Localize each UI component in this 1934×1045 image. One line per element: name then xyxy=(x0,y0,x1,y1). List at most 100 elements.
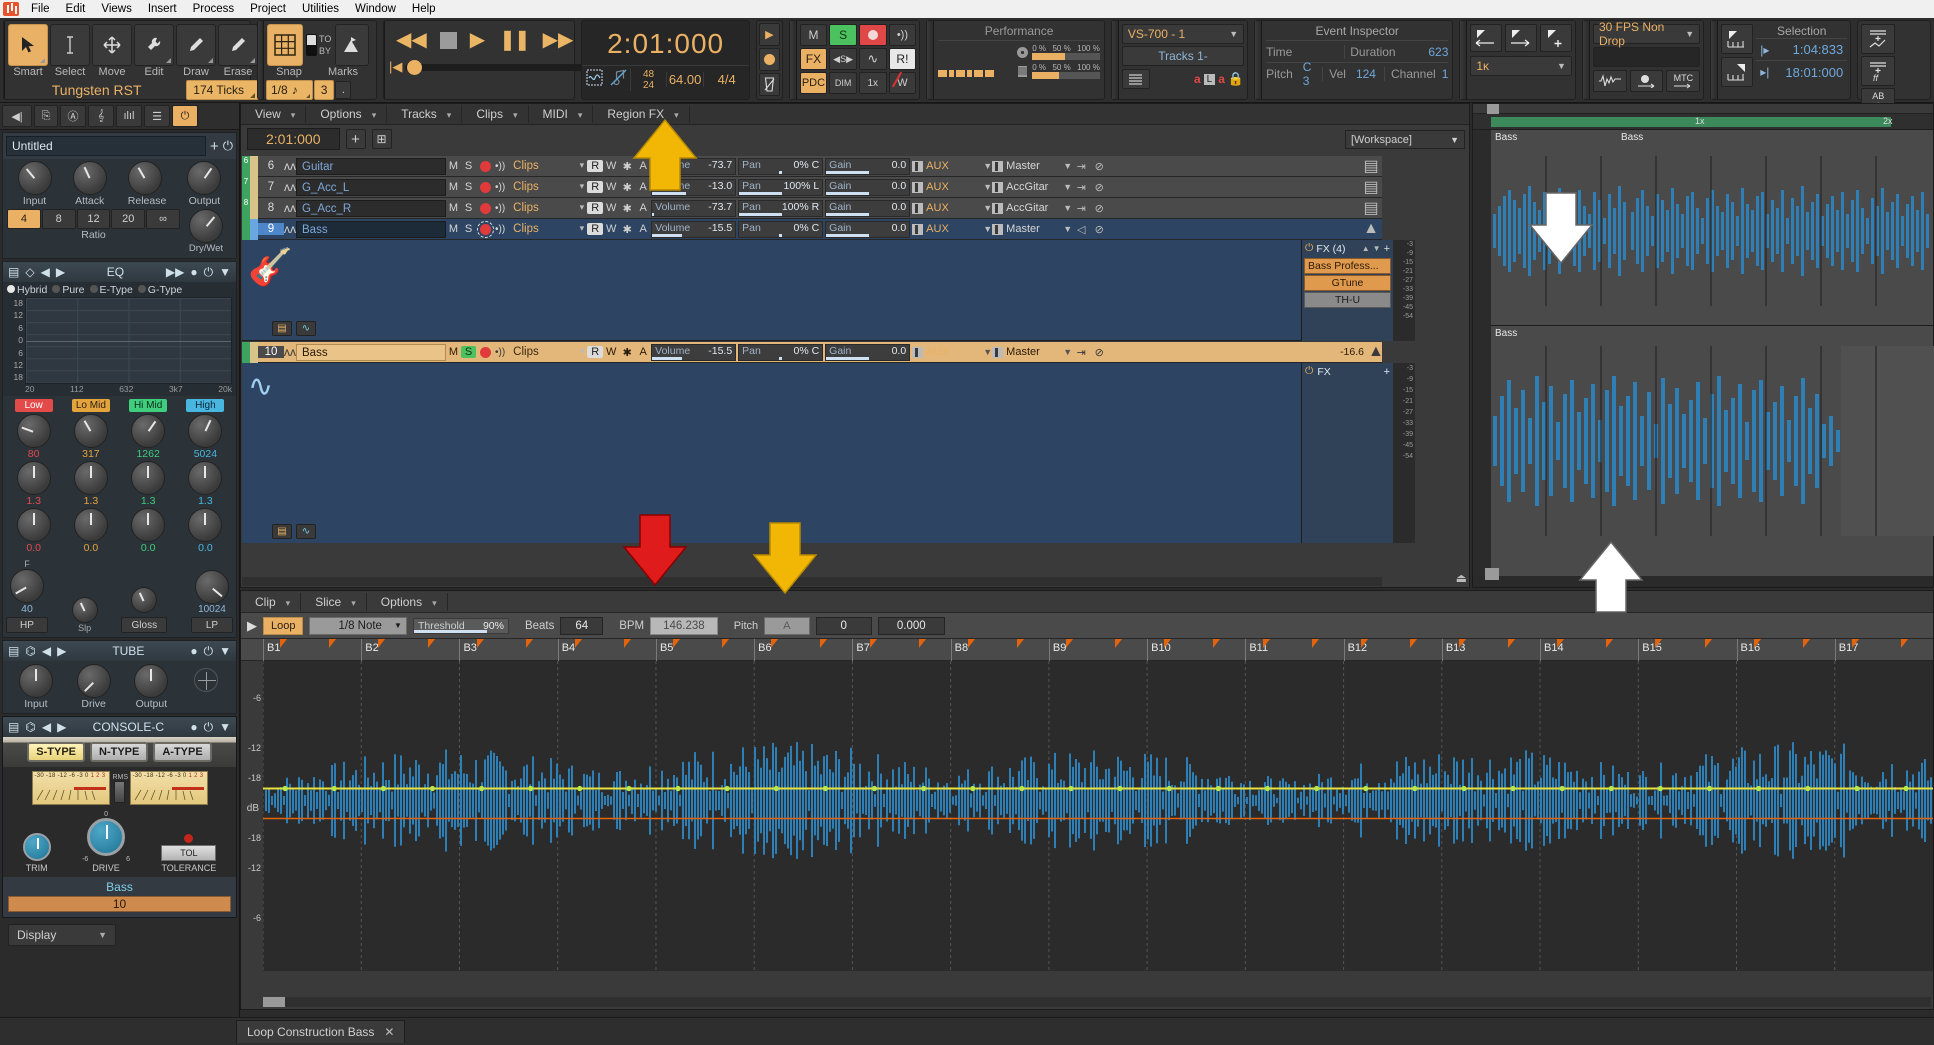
fx-power-icon[interactable]: ⏻ xyxy=(1305,242,1313,255)
track-aux-send[interactable]: AUX ▼ xyxy=(912,202,992,214)
console-prev-icon[interactable]: ◀ xyxy=(42,720,51,734)
slice-marker[interactable] xyxy=(1409,639,1417,648)
metronome-inspector-icon[interactable]: 𝄞 xyxy=(88,105,114,127)
slice-marker[interactable] xyxy=(1164,639,1172,648)
track-write-automation-button[interactable]: W xyxy=(603,202,619,214)
track-record-arm-button[interactable] xyxy=(480,160,491,172)
menu-item-views[interactable]: Views xyxy=(93,2,139,16)
eq-hp-button[interactable]: HP xyxy=(6,617,48,633)
track-gain-control[interactable]: Gain 0.0 xyxy=(825,199,911,217)
now-time-display[interactable]: 2:01:000 xyxy=(582,21,749,60)
console-stype-button[interactable]: S-TYPE xyxy=(27,742,86,762)
track-aux-send[interactable]: AUX ▼ xyxy=(912,181,992,193)
fx-add-icon[interactable]: + xyxy=(1384,366,1390,378)
eq-mode-pure[interactable]: Pure xyxy=(52,284,85,296)
track-solo-button[interactable]: S xyxy=(461,181,476,193)
workspace-dropdown[interactable]: [Workspace] ▼ xyxy=(1345,130,1465,149)
track-name-field[interactable]: Bass xyxy=(296,343,446,361)
select-tool-button[interactable] xyxy=(50,24,90,66)
track-archive-button[interactable]: A xyxy=(635,181,651,193)
slice-marker[interactable] xyxy=(771,639,779,648)
track-archive-button[interactable]: A xyxy=(635,223,651,235)
eq-hp-freq-knob[interactable] xyxy=(10,569,44,603)
slice-marker[interactable] xyxy=(427,639,435,648)
add-track-button[interactable]: + xyxy=(345,129,366,149)
slice-marker[interactable] xyxy=(869,639,877,648)
track-automation-lane-dropdown[interactable]: Clips xyxy=(509,181,587,193)
slice-marker[interactable] xyxy=(1704,639,1712,648)
track-fx-button[interactable]: ✱ xyxy=(619,181,635,194)
tv-menu-clips[interactable]: Clips xyxy=(462,105,529,123)
ratio-12-button[interactable]: 12 xyxy=(76,209,111,229)
slice-marker[interactable] xyxy=(1901,639,1909,648)
copy-icon[interactable]: ⎘ xyxy=(34,105,58,127)
snap-value-button[interactable]: 1/8 ♪ xyxy=(266,80,313,100)
menu-item-process[interactable]: Process xyxy=(185,2,243,16)
track-10-body[interactable]: ∿ ▤ ∿ xyxy=(242,363,1302,543)
eq-preset-icon[interactable]: ◇ xyxy=(25,265,34,279)
draw-tool-button[interactable] xyxy=(176,24,216,66)
tube-power-icon[interactable]: ⏻ xyxy=(204,644,214,659)
trim-knob[interactable] xyxy=(22,833,51,861)
track-write-automation-button[interactable]: W xyxy=(603,223,619,235)
track-interleave-icon[interactable]: ⊘ xyxy=(1090,160,1108,173)
waveform-icon[interactable]: ᴧᴧ xyxy=(284,180,296,194)
track-fx-button[interactable]: ✱ xyxy=(619,160,635,173)
now-time-field[interactable]: 2:01:000 xyxy=(247,128,340,150)
tv-menu-tracks[interactable]: Tracks xyxy=(387,105,463,123)
tempo-value[interactable]: 64.00 xyxy=(666,72,703,87)
slice-marker[interactable] xyxy=(918,639,926,648)
track-interleave-icon[interactable]: ⊘ xyxy=(1090,202,1108,215)
track-interleave-icon[interactable]: ⊘ xyxy=(1090,223,1108,236)
track-output[interactable]: Master ▼ xyxy=(992,346,1072,358)
track-meter-menu-icon[interactable]: ▤ xyxy=(1360,156,1382,176)
loop-preview-button[interactable]: ▶ xyxy=(247,618,257,634)
track-input-echo-icon[interactable]: •)) xyxy=(495,161,505,172)
mute-all-button[interactable]: M xyxy=(799,24,828,46)
eq-low-lvl-knob[interactable] xyxy=(16,508,51,542)
track-phase-icon[interactable]: ◁ xyxy=(1072,223,1090,236)
pause-button[interactable]: ❚❚ xyxy=(499,30,530,50)
dim-button[interactable]: DIM xyxy=(829,72,857,94)
solo-override-button[interactable]: ◀S▶ xyxy=(829,48,857,70)
slice-marker[interactable] xyxy=(1262,639,1270,648)
fx-add-icon[interactable]: + xyxy=(1384,243,1390,255)
slice-marker[interactable] xyxy=(1753,639,1761,648)
slice-marker[interactable] xyxy=(722,639,730,648)
eq-menu-icon[interactable]: ▼ xyxy=(219,265,231,279)
pitch-key-field[interactable]: A xyxy=(764,616,810,635)
table-row[interactable]: 6 6 ᴧᴧ Guitar M S •)) Clips R W ✱ A Volu… xyxy=(242,155,1382,177)
eq-lp-button[interactable]: LP xyxy=(190,617,233,633)
tv-menu-midi[interactable]: MIDI xyxy=(529,105,594,123)
eq-lomid-q-knob[interactable] xyxy=(73,461,108,495)
loop-menu-clip[interactable]: Clip xyxy=(241,592,302,611)
track-name-field[interactable]: G_Acc_R xyxy=(296,199,446,217)
meter-value[interactable]: 4/4 xyxy=(703,72,749,87)
w-slash-button[interactable]: W xyxy=(888,71,917,96)
loop-hscrollbar[interactable] xyxy=(263,997,1931,1007)
slice-marker[interactable] xyxy=(1508,639,1516,648)
console-dot-icon[interactable]: ● xyxy=(190,720,197,734)
slice-marker[interactable] xyxy=(1655,639,1663,648)
track-output[interactable]: AccGitar ▼ xyxy=(992,181,1072,193)
slice-marker[interactable] xyxy=(280,639,288,648)
track-output[interactable]: Master ▼ xyxy=(992,160,1072,172)
track-record-arm-button[interactable] xyxy=(480,346,491,358)
fast-forward-button[interactable]: ▶▶ xyxy=(543,30,574,50)
track-mute-button[interactable]: M xyxy=(446,346,461,358)
overview-scroll-thumb[interactable] xyxy=(1485,568,1499,580)
a-icon[interactable]: a xyxy=(1194,72,1201,86)
track-meter-menu-icon[interactable]: ▤ xyxy=(1360,198,1382,218)
eq-dot-icon[interactable]: ● xyxy=(190,265,197,279)
rewind-on-stop-button[interactable]: R! xyxy=(888,48,917,70)
track-gain-control[interactable]: Gain 0.0 xyxy=(825,178,911,196)
a2-icon[interactable]: a xyxy=(1218,72,1225,86)
track-gain-control[interactable]: Gain 0.0 xyxy=(825,157,911,175)
track-fx-button[interactable]: ✱ xyxy=(619,202,635,215)
track-fx-button[interactable]: ✱ xyxy=(619,223,635,236)
mtc-button[interactable]: MTC xyxy=(1666,70,1701,92)
track-automation-lane-dropdown[interactable]: Clips xyxy=(509,202,587,214)
eq-mode-hybrid[interactable]: Hybrid xyxy=(7,284,47,296)
track-interleave-icon[interactable]: ⊘ xyxy=(1090,181,1108,194)
track-archive-button[interactable]: A xyxy=(635,346,651,358)
